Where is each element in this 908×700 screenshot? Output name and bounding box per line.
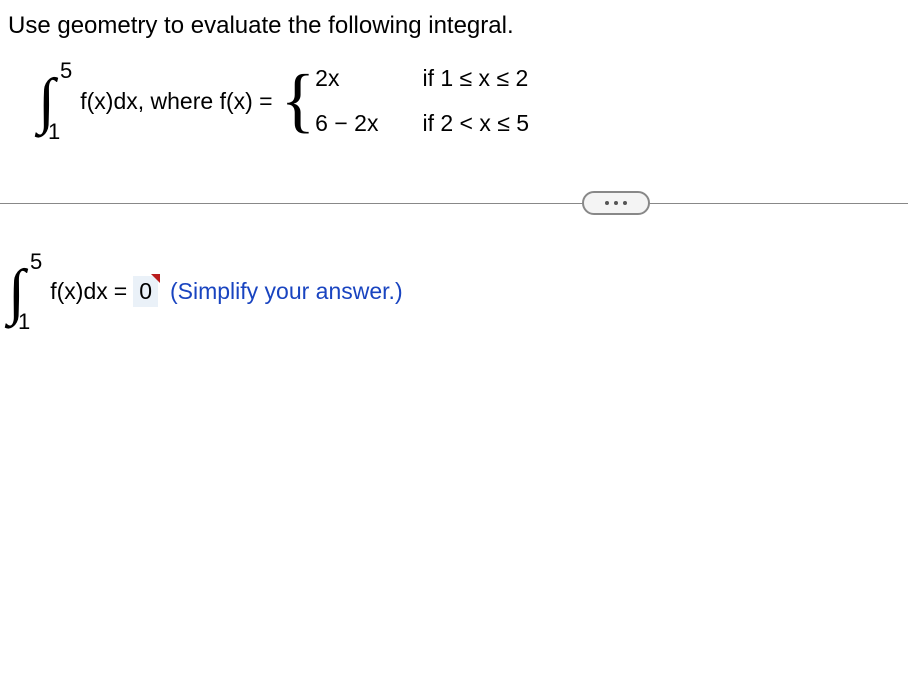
ellipsis-icon (623, 201, 627, 205)
horizontal-rule (0, 203, 908, 204)
piecewise-expr-2: 6 − 2x (315, 110, 378, 137)
ellipsis-icon (614, 201, 618, 205)
answer-hint: (Simplify your answer.) (170, 278, 403, 305)
answer-input[interactable]: 0 (133, 276, 158, 307)
answer-lower-limit: 1 (18, 311, 30, 333)
integrand-text: f(x)dx, where f(x) = (80, 88, 272, 115)
piecewise-cond-1: if 1 ≤ x ≤ 2 (422, 65, 529, 92)
answer-integral-symbol: 5 ∫ 1 (8, 251, 42, 334)
integral-upper-limit: 5 (60, 60, 72, 82)
left-brace-icon: { (281, 72, 316, 130)
answer-equation: 5 ∫ 1 f(x)dx = 0 (Simplify your answer.) (8, 251, 908, 334)
piecewise-definition: { 2x if 1 ≤ x ≤ 2 6 − 2x if 2 < x ≤ 5 (281, 61, 529, 141)
problem-formula: 5 ∫ 1 f(x)dx, where f(x) = { 2x if 1 ≤ x… (38, 60, 892, 143)
equals-sign: = (114, 278, 127, 305)
section-divider (0, 191, 908, 215)
piecewise-cond-2: if 2 < x ≤ 5 (422, 110, 529, 137)
answer-lhs: f(x)dx (50, 278, 108, 305)
problem-prompt: Use geometry to evaluate the following i… (8, 12, 892, 40)
integral-symbol: 5 ∫ 1 (38, 60, 72, 143)
integral-lower-limit: 1 (48, 121, 60, 143)
piecewise-expr-1: 2x (315, 65, 378, 92)
answer-upper-limit: 5 (30, 251, 42, 273)
more-options-button[interactable] (582, 191, 650, 215)
integral-sign-icon: ∫ (38, 78, 55, 125)
ellipsis-icon (605, 201, 609, 205)
